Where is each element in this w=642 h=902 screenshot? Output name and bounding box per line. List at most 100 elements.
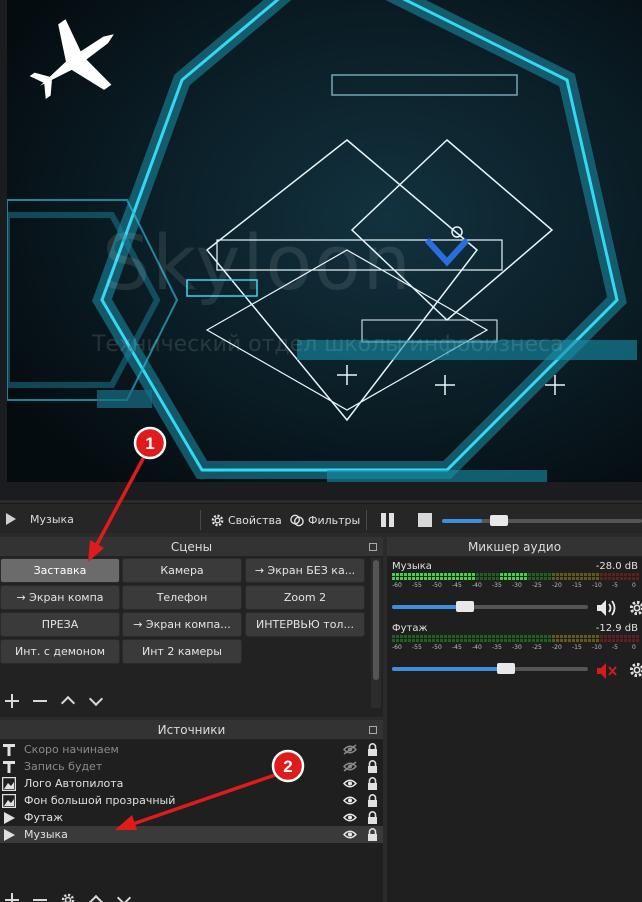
meter-tick-label: -25 <box>532 644 542 651</box>
lock-icon[interactable] <box>367 794 378 807</box>
lock-icon[interactable] <box>367 760 378 773</box>
meter-tick-label: -30 <box>512 582 522 589</box>
visibility-eye-icon[interactable] <box>343 829 357 840</box>
volume-handle[interactable] <box>456 601 474 612</box>
source-row[interactable]: Фон большой прозрачный <box>0 792 383 809</box>
source-row[interactable]: Запись будет <box>0 758 383 775</box>
media-seek-handle[interactable] <box>490 515 508 526</box>
lock-icon[interactable] <box>367 777 378 790</box>
lock-icon[interactable] <box>367 811 378 824</box>
gear-icon[interactable] <box>628 599 642 617</box>
remove-scene-icon[interactable] <box>32 693 48 709</box>
visibility-eye-icon[interactable] <box>343 795 357 806</box>
stop-icon[interactable] <box>418 513 432 527</box>
source-row[interactable]: Футаж <box>0 809 383 826</box>
channel-name: Футаж <box>392 623 428 634</box>
visibility-eye-icon[interactable] <box>343 778 357 789</box>
properties-button[interactable]: Свойства <box>210 511 282 529</box>
scenes-toolbar <box>0 689 383 713</box>
meter-tick-label: -25 <box>532 582 542 589</box>
scene-button[interactable]: Заставка <box>0 558 120 583</box>
scenes-title: Сцены <box>0 537 383 557</box>
lock-icon[interactable] <box>367 743 378 756</box>
move-down-icon[interactable] <box>88 693 104 709</box>
add-scene-icon[interactable] <box>4 693 20 709</box>
scene-button[interactable]: → Экран компа <box>0 585 120 610</box>
mixer-channel: Музыка -28.0 dB -60 -55 -50 -45 -40 -35 -30 -25 -2… <box>392 561 642 617</box>
meter-tick-label: -60 <box>392 582 402 589</box>
channel-name: Музыка <box>392 561 432 572</box>
meter-tick-label: -45 <box>452 582 462 589</box>
source-row[interactable]: Скоро начинаем <box>0 741 383 758</box>
move-up-icon[interactable] <box>60 693 76 709</box>
filters-icon <box>290 514 304 526</box>
play-icon[interactable] <box>6 513 16 525</box>
scene-button[interactable]: Zoom 2 <box>245 585 365 610</box>
undock-icon[interactable] <box>369 726 377 734</box>
source-properties-gear-icon[interactable] <box>60 892 76 902</box>
scenes-scrollbar[interactable] <box>371 558 381 708</box>
toolbar-divider <box>200 510 201 530</box>
scrollbar-thumb[interactable] <box>373 560 379 680</box>
meter-tick-label: -30 <box>512 644 522 651</box>
filters-button[interactable]: Фильтры <box>289 511 360 529</box>
filters-label: Фильтры <box>308 513 361 527</box>
speaker-icon[interactable] <box>596 599 618 617</box>
lock-icon[interactable] <box>367 828 378 841</box>
audio-level-meter <box>392 573 639 580</box>
source-row[interactable]: Музыка <box>0 826 383 843</box>
watermark-title: Skyloon <box>102 218 413 307</box>
gear-icon[interactable] <box>628 661 642 679</box>
meter-tick-label: -20 <box>552 582 562 589</box>
scenes-title-text: Сцены <box>170 540 213 554</box>
scene-button[interactable]: ПРЕЗА <box>0 612 120 637</box>
mixer-channel: Футаж -12.9 dB -60 -55 -50 -45 -40 -35 -30 -25 -20… <box>392 623 642 679</box>
meter-tick-label: -55 <box>412 582 422 589</box>
scene-button[interactable]: Инт 2 камеры <box>122 639 242 664</box>
meter-tick-label: -10 <box>592 644 602 651</box>
preview-canvas[interactable]: Skyloon Технический отдел школы инфобизн… <box>7 0 642 482</box>
meter-tick-label: -45 <box>452 644 462 651</box>
sources-title: Источники <box>0 720 383 740</box>
meter-tick-label: -5 <box>612 582 618 589</box>
source-row[interactable]: Лого Автопилота <box>0 775 383 792</box>
channel-db-readout: -28.0 dB <box>595 561 638 572</box>
mixer-title: Микшер аудио <box>387 537 642 557</box>
meter-tick-label: -50 <box>432 644 442 651</box>
scene-button[interactable]: Камера <box>122 558 242 583</box>
media-control-bar: Музыка Свойства Фильтры <box>0 503 642 533</box>
meter-tick-label: 0 <box>632 644 636 651</box>
media-source-name: Музыка <box>30 513 74 526</box>
source-name: Фон большой прозрачный <box>24 794 176 807</box>
watermark-subtitle: Технический отдел школы инфобизнеса <box>92 332 564 357</box>
scene-button[interactable]: → Экран БЕЗ ка... <box>245 558 365 583</box>
move-down-icon[interactable] <box>116 892 132 902</box>
add-source-icon[interactable] <box>4 892 20 902</box>
meter-tick-label: -40 <box>472 644 482 651</box>
volume-fill <box>392 667 506 671</box>
meter-scale: -60 -55 -50 -45 -40 -35 -30 -25 -20 -15 -10 -5 0 <box>392 582 642 592</box>
visibility-eye-icon[interactable] <box>343 761 357 772</box>
scene-button[interactable]: → Экран компа... <box>122 612 242 637</box>
source-name: Музыка <box>24 828 68 841</box>
visibility-eye-icon[interactable] <box>343 812 357 823</box>
pause-icon[interactable] <box>380 513 396 527</box>
meter-tick-label: -10 <box>592 582 602 589</box>
scene-button[interactable]: Инт. с демоном <box>0 639 120 664</box>
properties-label: Свойства <box>228 513 282 527</box>
meter-tick-label: -20 <box>552 644 562 651</box>
volume-slider[interactable] <box>392 663 588 674</box>
muted-speaker-icon[interactable] <box>596 662 618 680</box>
visibility-eye-icon[interactable] <box>343 744 357 755</box>
volume-handle[interactable] <box>497 663 515 674</box>
move-up-icon[interactable] <box>88 892 104 902</box>
remove-source-icon[interactable] <box>32 892 48 902</box>
undock-icon[interactable] <box>369 543 377 551</box>
meter-scale: -60 -55 -50 -45 -40 -35 -30 -25 -20 -15 -10 -5 0 <box>392 644 642 654</box>
source-name: Футаж <box>24 811 64 824</box>
media-seek-slider[interactable] <box>442 515 642 526</box>
scene-button[interactable]: Телефон <box>122 585 242 610</box>
volume-slider[interactable] <box>392 601 588 612</box>
scene-button[interactable]: ИНТЕРВЬЮ тол... <box>245 612 365 637</box>
mixer-title-text: Микшер аудио <box>467 540 562 554</box>
